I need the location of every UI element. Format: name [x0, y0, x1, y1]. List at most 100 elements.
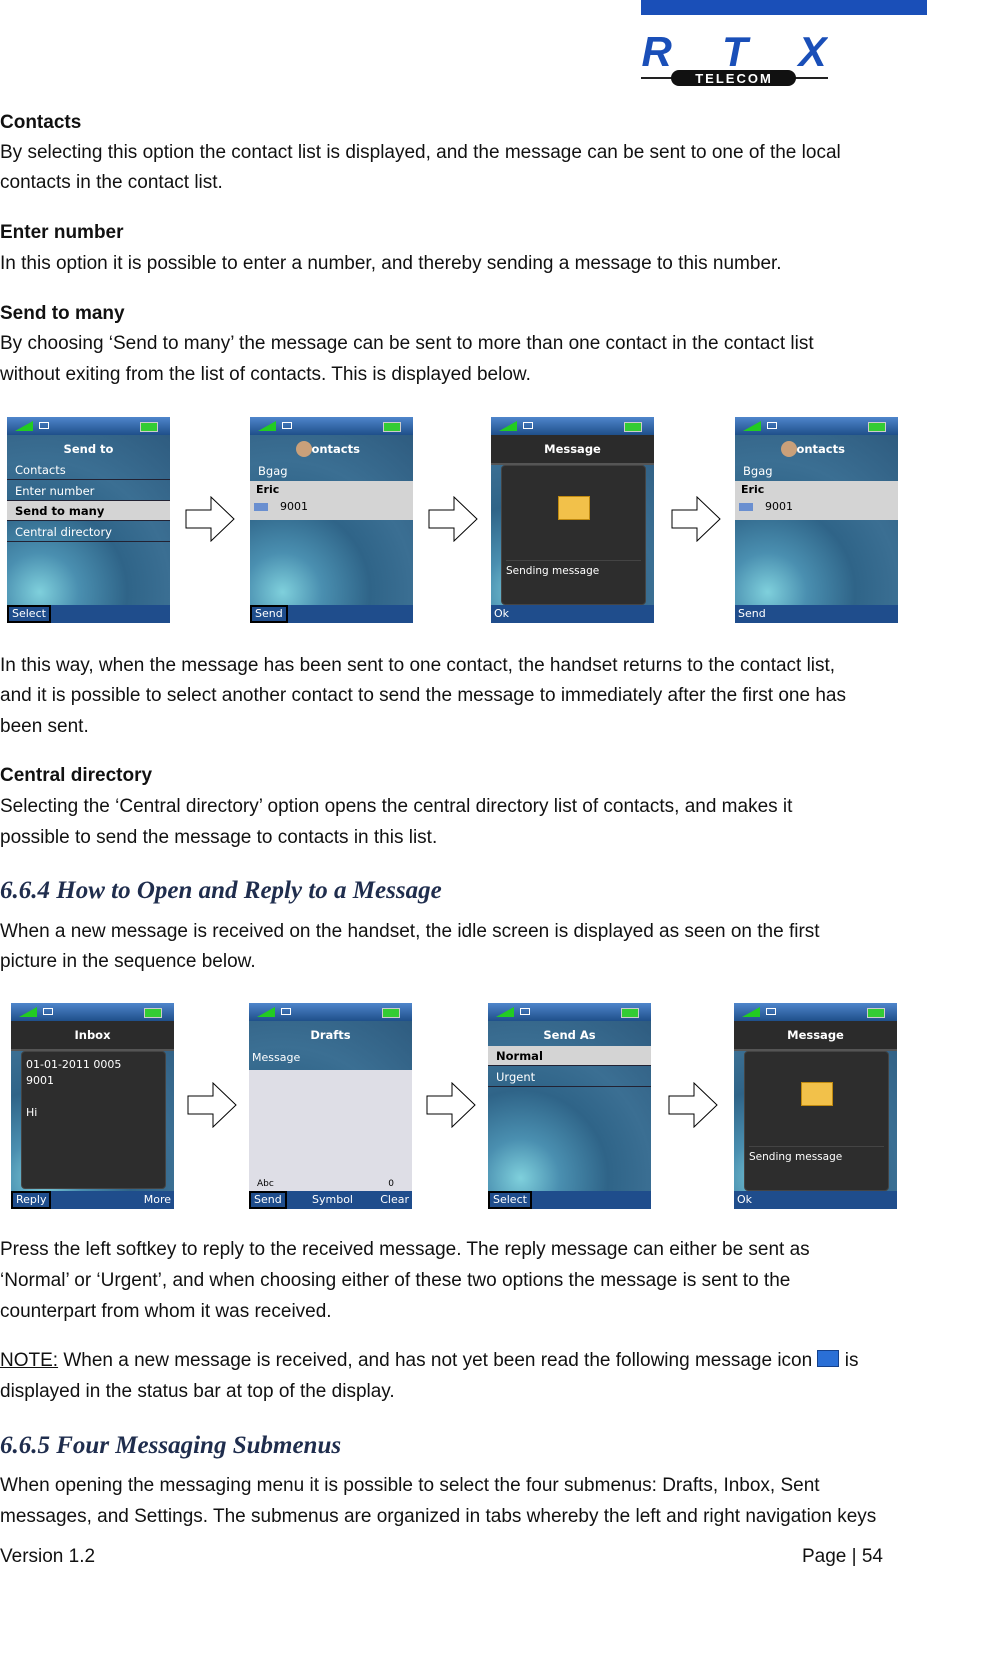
status-bar	[249, 1003, 412, 1021]
envelope-icon	[523, 422, 533, 429]
popup-text: Sending message	[506, 560, 641, 577]
phone-screen-popup: Message Sending message Ok	[734, 1003, 897, 1209]
phone-icon	[739, 503, 753, 511]
popup-text: Sending message	[749, 1146, 884, 1163]
paragraph-line: In this option it is possible to enter a…	[0, 253, 782, 274]
softkey-reply[interactable]: Reply	[11, 1191, 52, 1209]
softkey-send[interactable]: Send	[249, 1191, 287, 1209]
status-bar	[488, 1003, 651, 1021]
softkey-bar: Reply More	[11, 1191, 174, 1209]
message-popup: Sending message	[501, 465, 646, 605]
footer-page-number: Page | 54	[802, 1546, 884, 1567]
menu-item[interactable]: Contacts	[7, 460, 170, 480]
softkey-bar: Send	[250, 605, 413, 623]
phone-screen-popup: Message Sending message Ok	[491, 417, 654, 623]
phone-icon	[254, 503, 268, 511]
phone-screen-drafts: Drafts Message Abc 0 Send Symbol Clear	[249, 1003, 412, 1209]
contact-number: 9001	[765, 500, 793, 513]
softkey-send[interactable]: Send	[250, 605, 288, 623]
signal-icon	[742, 1007, 760, 1017]
menu-item[interactable]: Send to many	[7, 501, 170, 521]
paragraph-line: When opening the messaging menu it is po…	[0, 1475, 820, 1496]
screen-title: Drafts	[310, 1028, 351, 1042]
softkey-select[interactable]: Select	[7, 605, 51, 623]
screen-title: Message	[491, 435, 654, 465]
envelope-icon	[520, 1008, 530, 1015]
svg-text:RTX: RTX	[642, 30, 829, 75]
signal-icon	[499, 421, 517, 431]
paragraph-line: ‘Normal’ or ‘Urgent’, and when choosing …	[0, 1270, 791, 1291]
battery-icon	[140, 422, 158, 432]
message-icon	[817, 1350, 840, 1367]
envelope-icon	[767, 422, 777, 429]
softkey-symbol[interactable]: Symbol	[309, 1191, 356, 1209]
phone-screen-menu: Send to Contacts Enter number Send to many C…	[7, 417, 170, 623]
paragraph-line: without exiting from the list of contact…	[0, 364, 531, 385]
envelope-icon	[766, 1008, 776, 1015]
contact-number: 9001	[280, 500, 308, 513]
paragraph-line: been sent.	[0, 716, 89, 737]
screen-title: Contacts	[788, 442, 845, 456]
signal-icon	[496, 1007, 514, 1017]
input-mode: Abc	[257, 1179, 274, 1189]
section-title: Contacts	[0, 112, 82, 133]
note-text: is	[839, 1350, 859, 1371]
contact-item[interactable]: Bgag	[250, 461, 413, 481]
battery-icon	[867, 1008, 885, 1018]
section-title: Send to many	[0, 303, 125, 324]
paragraph-line: By choosing ‘Send to many’ the message c…	[0, 333, 814, 354]
svg-text:TELECOM: TELECOM	[695, 71, 773, 86]
right-arrow-icon	[426, 1081, 476, 1129]
softkey-ok[interactable]: Ok	[734, 1191, 755, 1209]
battery-icon	[144, 1008, 162, 1018]
menu-item[interactable]: Normal	[488, 1046, 651, 1066]
paragraph-line: possible to send the message to contacts…	[0, 827, 438, 848]
softkey-send[interactable]: Send	[735, 605, 769, 623]
message-line: 9001	[26, 1074, 54, 1087]
status-bar	[7, 417, 170, 435]
softkey-clear[interactable]: Clear	[377, 1191, 412, 1209]
note-text: When a new message is received, and has …	[58, 1350, 818, 1371]
paragraph-line: picture in the sequence below.	[0, 951, 256, 972]
right-arrow-icon	[671, 495, 721, 543]
softkey-bar: Send Symbol Clear	[249, 1191, 412, 1209]
status-bar	[11, 1003, 174, 1021]
battery-icon	[382, 1008, 400, 1018]
battery-icon	[868, 422, 886, 432]
message-line: Hi	[26, 1106, 38, 1119]
right-arrow-icon	[668, 1081, 718, 1129]
contact-selected[interactable]: Eric 9001	[735, 481, 898, 520]
screen-title: Contacts	[303, 442, 360, 456]
message-input[interactable]: Abc 0	[249, 1070, 412, 1191]
softkey-ok[interactable]: Ok	[491, 605, 512, 623]
status-bar	[735, 417, 898, 435]
softkey-select[interactable]: Select	[488, 1191, 532, 1209]
section-title: Enter number	[0, 222, 124, 243]
contacts-icon	[296, 441, 312, 457]
screen-title: Message	[734, 1021, 897, 1051]
softkey-more[interactable]: More	[141, 1191, 174, 1209]
header-bar	[641, 0, 927, 15]
rtx-telecom-logo: RTX TELECOM	[641, 28, 829, 88]
menu-item[interactable]: Urgent	[488, 1067, 651, 1087]
note-paragraph: NOTE: When a new message is received, an…	[0, 1346, 858, 1377]
section-title: Central directory	[0, 765, 153, 786]
status-bar	[250, 417, 413, 435]
phone-screen-inbox: Inbox 01-01-2011 0005 9001 Hi Reply More	[11, 1003, 174, 1209]
document-page: RTX TELECOM Contacts By selecting this op…	[0, 0, 983, 1663]
envelope-icon	[39, 422, 49, 429]
message-popup: Sending message	[744, 1051, 889, 1191]
phone-screen-contacts: Contacts Bgag Eric 9001 Send	[735, 417, 898, 623]
paragraph-line: Selecting the ‘Central directory’ option…	[0, 796, 793, 817]
battery-icon	[624, 422, 642, 432]
paragraph-line: By selecting this option the contact lis…	[0, 142, 841, 163]
contact-selected[interactable]: Eric 9001	[250, 481, 413, 520]
contacts-icon	[781, 441, 797, 457]
contact-item[interactable]: Bgag	[735, 461, 898, 481]
menu-item[interactable]: Central directory	[7, 522, 170, 542]
envelope-icon	[43, 1008, 53, 1015]
status-bar	[734, 1003, 897, 1021]
message-line: 01-01-2011 0005	[26, 1058, 122, 1071]
signal-icon	[15, 421, 33, 431]
menu-item[interactable]: Enter number	[7, 481, 170, 501]
